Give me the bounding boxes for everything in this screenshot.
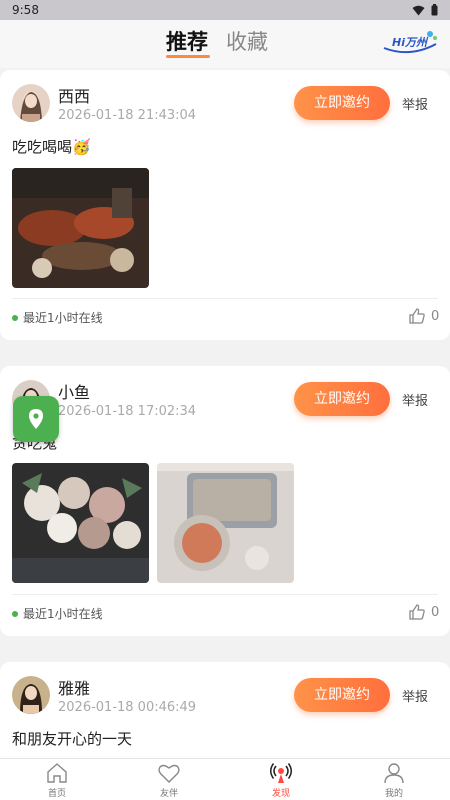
top-bar: 推荐 收藏 Hi万州 xyxy=(0,20,450,68)
post-timestamp: 2026-01-18 17:02:34 xyxy=(58,404,197,419)
active-tab-indicator xyxy=(166,55,210,58)
online-status: 最近1小时在线 xyxy=(12,605,103,622)
online-status-text: 最近1小时在线 xyxy=(23,311,103,325)
post-text: 和朋友开心的一天 xyxy=(12,730,133,748)
location-button[interactable] xyxy=(13,396,59,442)
post-photo[interactable] xyxy=(12,463,149,583)
online-status: 最近1小时在线 xyxy=(12,309,103,326)
brand-logo: Hi万州 xyxy=(380,28,440,58)
post-timestamp: 2026-01-18 00:46:49 xyxy=(58,700,197,715)
battery-icon xyxy=(431,4,438,16)
online-dot xyxy=(12,610,18,617)
nav-discover[interactable]: 发现 xyxy=(251,761,311,799)
username: 西西 xyxy=(58,87,91,106)
post-card: 小鱼 2026-01-18 17:02:34 立即邀约 举报 贪吃鬼 最近1小时… xyxy=(0,366,450,636)
nav-companion[interactable]: 友伴 xyxy=(139,761,199,799)
like-button[interactable]: 0 xyxy=(408,603,439,621)
nav-label: 发现 xyxy=(271,789,290,799)
nav-profile[interactable]: 我的 xyxy=(364,761,424,799)
nav-label: 首页 xyxy=(47,789,66,799)
person-icon xyxy=(384,763,404,784)
report-link[interactable]: 举报 xyxy=(402,390,428,409)
invite-button[interactable]: 立即邀约 xyxy=(294,678,390,712)
report-link[interactable]: 举报 xyxy=(402,94,428,113)
like-count: 0 xyxy=(431,604,440,620)
username: 雅雅 xyxy=(58,679,91,698)
like-button[interactable]: 0 xyxy=(408,307,439,325)
divider xyxy=(12,594,438,595)
brand-logo-text: Hi万州 xyxy=(392,36,427,49)
like-count: 0 xyxy=(431,308,440,324)
bottom-nav: 首页 友伴 发现 我的 xyxy=(0,758,450,800)
avatar[interactable] xyxy=(12,676,50,714)
status-bar: 9:58 xyxy=(0,0,450,20)
post-text: 吃吃喝喝🥳 xyxy=(12,138,91,156)
nav-label: 我的 xyxy=(384,789,403,799)
tab-favorites[interactable]: 收藏 xyxy=(226,26,268,56)
wifi-icon xyxy=(412,5,425,15)
thumbs-up-icon xyxy=(409,308,425,324)
nav-home[interactable]: 首页 xyxy=(27,761,87,799)
post-card: 雅雅 2026-01-18 00:46:49 立即邀约 举报 和朋友开心的一天 xyxy=(0,662,450,758)
invite-button[interactable]: 立即邀约 xyxy=(294,382,390,416)
invite-button[interactable]: 立即邀约 xyxy=(294,86,390,120)
post-photo[interactable] xyxy=(157,463,294,583)
thumbs-up-icon xyxy=(409,604,425,620)
heart-icon xyxy=(158,764,180,783)
online-dot xyxy=(12,314,18,321)
avatar[interactable] xyxy=(12,84,50,122)
home-icon xyxy=(47,763,67,783)
post-photo[interactable] xyxy=(12,168,149,288)
nav-label: 友伴 xyxy=(159,789,178,799)
online-status-text: 最近1小时在线 xyxy=(23,607,103,621)
tab-recommend[interactable]: 推荐 xyxy=(166,26,208,56)
broadcast-icon xyxy=(270,763,292,783)
report-link[interactable]: 举报 xyxy=(402,686,428,705)
status-time: 9:58 xyxy=(12,3,39,17)
location-pin-icon xyxy=(29,409,43,429)
post-timestamp: 2026-01-18 21:43:04 xyxy=(58,108,197,123)
username: 小鱼 xyxy=(58,383,91,402)
divider xyxy=(12,298,438,299)
post-card: 西西 2026-01-18 21:43:04 立即邀约 举报 吃吃喝喝🥳 最近1… xyxy=(0,70,450,340)
